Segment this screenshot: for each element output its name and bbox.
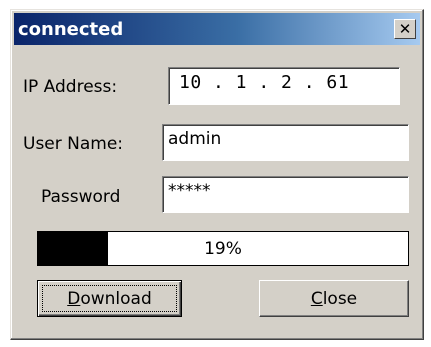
close-button-label: Close [310, 288, 358, 309]
password-label: Password [41, 187, 121, 207]
download-button[interactable]: Download [37, 280, 182, 317]
close-icon: ✕ [398, 19, 412, 38]
close-window-button[interactable]: ✕ [394, 19, 416, 39]
close-button[interactable]: Close [259, 280, 409, 317]
download-progress-bar: 19% [37, 231, 409, 266]
username-label: User Name: [23, 134, 124, 154]
window-title: connected [18, 19, 124, 40]
ip-address-input[interactable]: 10 . 1 . 2 . 61 [168, 67, 400, 105]
ip-address-label: IP Address: [23, 77, 118, 97]
dialog-window: connected ✕ IP Address: 10 . 1 . 2 . 61 … [10, 9, 424, 340]
title-bar[interactable]: connected ✕ [14, 13, 420, 45]
download-button-label: Download [67, 288, 152, 309]
username-input[interactable]: admin [162, 124, 409, 161]
progress-percent-label: 19% [204, 239, 242, 259]
password-input[interactable]: ***** [162, 176, 409, 213]
